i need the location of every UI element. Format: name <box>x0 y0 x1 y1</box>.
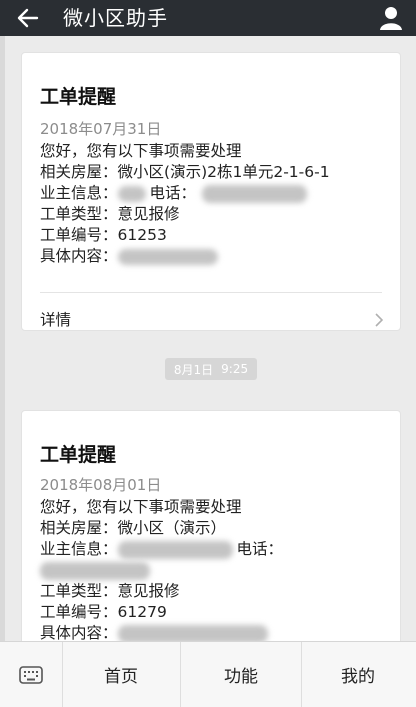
type-value: 意见报修 <box>117 582 180 600</box>
back-button[interactable] <box>14 4 42 32</box>
details-link[interactable]: 详情 <box>40 310 71 330</box>
redacted-owner <box>117 540 233 559</box>
tab-home[interactable]: 首页 <box>62 642 180 707</box>
owner-label: 业主信息： <box>40 184 118 202</box>
number-label: 工单编号： <box>40 603 118 621</box>
type-label: 工单类型： <box>40 582 118 600</box>
content-label: 具体内容： <box>40 247 118 265</box>
greeting: 您好，您有以下事项需要处理 <box>40 498 242 516</box>
separator-time: 9:25 <box>221 362 249 376</box>
tab-functions[interactable]: 功能 <box>180 642 302 707</box>
number-row: 工单编号：61253 <box>40 225 330 246</box>
time-separator: 8月1日 9:25 <box>165 358 257 380</box>
card-body: 您好，您有以下事项需要处理 相关房屋：微小区(演示)2栋1单元2-1-6-1 业… <box>40 141 330 267</box>
type-row: 工单类型：意见报修 <box>40 204 330 225</box>
redacted-content <box>117 248 218 265</box>
owner-row: 业主信息： 电话： <box>40 183 330 204</box>
house-label: 相关房屋： <box>40 519 118 537</box>
number-value: 61279 <box>117 603 167 621</box>
redacted-phone-row <box>40 560 283 581</box>
bottom-menu: 首页 功能 我的 <box>0 641 416 707</box>
owner-row: 业主信息： 电话： <box>40 539 283 560</box>
keyboard-icon <box>19 665 43 684</box>
house-row: 相关房屋：微小区（演示） <box>40 518 283 539</box>
redacted-phone <box>40 561 150 580</box>
page-title: 微小区助手 <box>63 6 168 30</box>
separator-date: 8月1日 <box>173 362 214 377</box>
keyboard-toggle-button[interactable] <box>0 642 63 707</box>
arrow-left-icon <box>17 8 39 28</box>
work-order-card[interactable]: 工单提醒 2018年08月01日 您好，您有以下事项需要处理 相关房屋：微小区（… <box>21 410 401 641</box>
phone-label: 电话： <box>149 184 197 202</box>
number-label: 工单编号： <box>40 226 118 244</box>
number-value: 61253 <box>117 226 167 244</box>
owner-label: 业主信息： <box>40 540 118 558</box>
number-row: 工单编号：61279 <box>40 602 283 623</box>
redacted-content <box>117 624 268 641</box>
type-row: 工单类型：意见报修 <box>40 581 283 602</box>
content-row: 具体内容： <box>40 623 283 641</box>
card-body: 您好，您有以下事项需要处理 相关房屋：微小区（演示） 业主信息： 电话： 工单类型… <box>40 497 283 641</box>
work-order-card[interactable]: 工单提醒 2018年07月31日 您好，您有以下事项需要处理 相关房屋：微小区(… <box>21 52 401 331</box>
user-icon <box>380 7 402 30</box>
message-list[interactable]: 工单提醒 2018年07月31日 您好，您有以下事项需要处理 相关房屋：微小区(… <box>0 36 416 641</box>
type-label: 工单类型： <box>40 205 118 223</box>
card-date: 2018年07月31日 <box>40 120 162 138</box>
profile-button[interactable] <box>378 5 404 31</box>
greeting: 您好，您有以下事项需要处理 <box>40 142 242 160</box>
card-date: 2018年08月01日 <box>40 476 162 494</box>
card-title: 工单提醒 <box>40 86 117 108</box>
card-title: 工单提醒 <box>40 444 117 466</box>
chevron-right-icon[interactable] <box>374 312 384 328</box>
house-value: 微小区(演示)2栋1单元2-1-6-1 <box>117 163 330 181</box>
house-row: 相关房屋：微小区(演示)2栋1单元2-1-6-1 <box>40 162 330 183</box>
redacted-owner <box>117 185 146 202</box>
left-edge <box>0 36 5 641</box>
house-label: 相关房屋： <box>40 163 118 181</box>
type-value: 意见报修 <box>117 205 180 223</box>
divider <box>40 292 382 293</box>
phone-label: 电话： <box>236 540 284 558</box>
top-bar: 微小区助手 <box>0 0 416 36</box>
redacted-phone <box>202 184 308 203</box>
content-label: 具体内容： <box>40 624 118 641</box>
tab-mine[interactable]: 我的 <box>300 642 416 707</box>
content-row: 具体内容： <box>40 246 330 267</box>
house-value: 微小区（演示） <box>117 519 227 537</box>
